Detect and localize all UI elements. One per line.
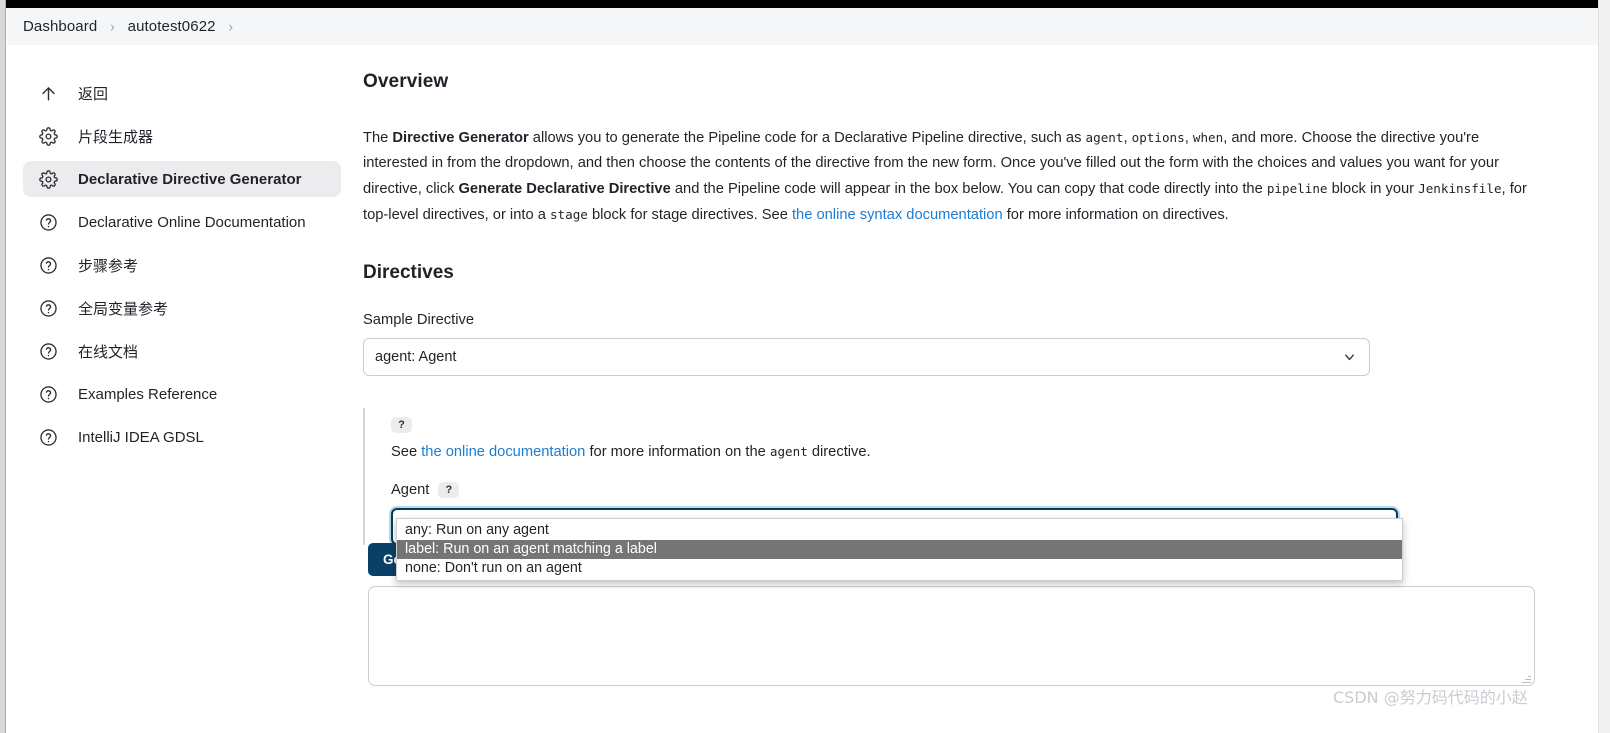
agent-option-any[interactable]: any: Run on any agent: [397, 521, 1402, 540]
code-options: options: [1131, 130, 1185, 145]
online-documentation-link[interactable]: the online documentation: [421, 444, 585, 460]
csdn-watermark: CSDN @努力码代码的小赵: [1333, 688, 1528, 707]
help-badge-agent[interactable]: ?: [438, 482, 460, 498]
sidebar-item-back[interactable]: 返回: [23, 75, 341, 111]
breadcrumb-item-dashboard[interactable]: Dashboard: [23, 18, 97, 35]
generated-code-textarea[interactable]: [368, 586, 1535, 686]
sidebar: 返回 片段生成器 Declarative Directive Generator…: [7, 45, 357, 733]
sidebar-item-label: 返回: [78, 85, 109, 103]
sidebar-item-declarative-online-documentation[interactable]: Declarative Online Documentation: [23, 204, 341, 240]
sidebar-item-global-variable-reference[interactable]: 全局变量参考: [23, 290, 341, 326]
help-circle-icon: [35, 428, 61, 447]
sidebar-item-label: 片段生成器: [78, 128, 154, 146]
overview-paragraph: The Directive Generator allows you to ge…: [363, 125, 1533, 228]
page-scrollbar[interactable]: [1598, 0, 1610, 733]
agent-field-label-row: Agent ?: [391, 482, 1431, 498]
sidebar-item-online-documentation[interactable]: 在线文档: [23, 333, 341, 369]
code-jenkinsfile: Jenkinsfile: [1418, 181, 1502, 196]
code-pipeline: pipeline: [1266, 181, 1328, 196]
breadcrumb-separator-icon: ›: [110, 17, 115, 36]
sidebar-item-examples-reference[interactable]: Examples Reference: [23, 376, 341, 412]
overview-text-2: allows you to generate the Pipeline code…: [528, 130, 1086, 146]
arrow-up-icon: [35, 84, 61, 103]
agent-label: Agent: [391, 482, 430, 498]
help-text-3: directive.: [807, 444, 871, 460]
sidebar-item-label: Declarative Directive Generator: [78, 170, 302, 188]
gear-icon: [35, 126, 61, 146]
overview-text-1: The: [363, 130, 393, 146]
sidebar-item-declarative-directive-generator[interactable]: Declarative Directive Generator: [23, 161, 341, 197]
help-text-1: See: [391, 444, 422, 460]
help-circle-icon: [35, 213, 61, 232]
help-circle-icon: [35, 385, 61, 404]
code-when: when: [1192, 130, 1224, 145]
overview-text-10: for more information on directives.: [1002, 207, 1229, 223]
chevron-down-icon: [1342, 350, 1357, 365]
browser-top-bar: [6, 0, 1598, 8]
sidebar-item-label: Declarative Online Documentation: [78, 213, 306, 231]
sample-directive-select[interactable]: agent: Agent: [363, 338, 1370, 376]
window-left-edge: [0, 0, 6, 733]
directives-heading: Directives: [363, 262, 454, 283]
sidebar-item-step-reference[interactable]: 步骤参考: [23, 247, 341, 283]
overview-text-4: ,: [1184, 130, 1193, 146]
app-page: Dashboard › autotest0622 › 返回 片段生成器 Decl…: [0, 0, 1610, 733]
breadcrumb-item-autotest0622[interactable]: autotest0622: [128, 18, 216, 35]
sidebar-item-label: Examples Reference: [78, 385, 218, 403]
agent-option-label[interactable]: label: Run on an agent matching a label: [397, 540, 1402, 559]
overview-text-9: block for stage directives. See: [587, 207, 792, 223]
breadcrumb-separator-icon-2: ›: [228, 17, 233, 36]
overview-bold-directive-generator: Directive Generator: [392, 130, 529, 146]
agent-select-dropdown[interactable]: any: Run on any agent label: Run on an a…: [396, 518, 1403, 581]
agent-option-none[interactable]: none: Don't run on an agent: [397, 559, 1402, 578]
sidebar-item-intellij-idea-gdsl[interactable]: IntelliJ IDEA GDSL: [23, 419, 341, 455]
code-agent: agent: [1085, 130, 1124, 145]
sample-directive-label: Sample Directive: [363, 312, 475, 328]
sidebar-item-label: IntelliJ IDEA GDSL: [78, 428, 204, 446]
code-stage: stage: [549, 207, 588, 222]
help-text-2: for more information on the: [585, 444, 770, 460]
overview-text-6: and the Pipeline code will appear in the…: [670, 181, 1267, 197]
code-agent-inline: agent: [769, 444, 808, 459]
overview-text-3: ,: [1123, 130, 1132, 146]
overview-text-7: block in your: [1327, 181, 1419, 197]
gear-icon: [35, 169, 61, 189]
help-circle-icon: [35, 299, 61, 318]
online-syntax-documentation-link[interactable]: the online syntax documentation: [792, 207, 1003, 223]
resize-handle-icon[interactable]: [1522, 674, 1531, 683]
page-title: Overview: [363, 71, 449, 92]
help-badge-directive[interactable]: ?: [391, 416, 412, 433]
sample-directive-value: agent: Agent: [375, 349, 457, 365]
help-circle-icon: [35, 256, 61, 275]
breadcrumb: Dashboard › autotest0622 ›: [7, 8, 1598, 45]
help-circle-icon: [35, 342, 61, 361]
overview-bold-generate-declarative-directive: Generate Declarative Directive: [458, 181, 671, 197]
directive-help-text: See the online documentation for more in…: [391, 444, 1431, 460]
sidebar-item-label: 步骤参考: [78, 257, 139, 275]
sidebar-item-label: 全局变量参考: [78, 300, 169, 318]
sidebar-item-label: 在线文档: [78, 343, 139, 361]
sidebar-item-snippet-generator[interactable]: 片段生成器: [23, 118, 341, 154]
